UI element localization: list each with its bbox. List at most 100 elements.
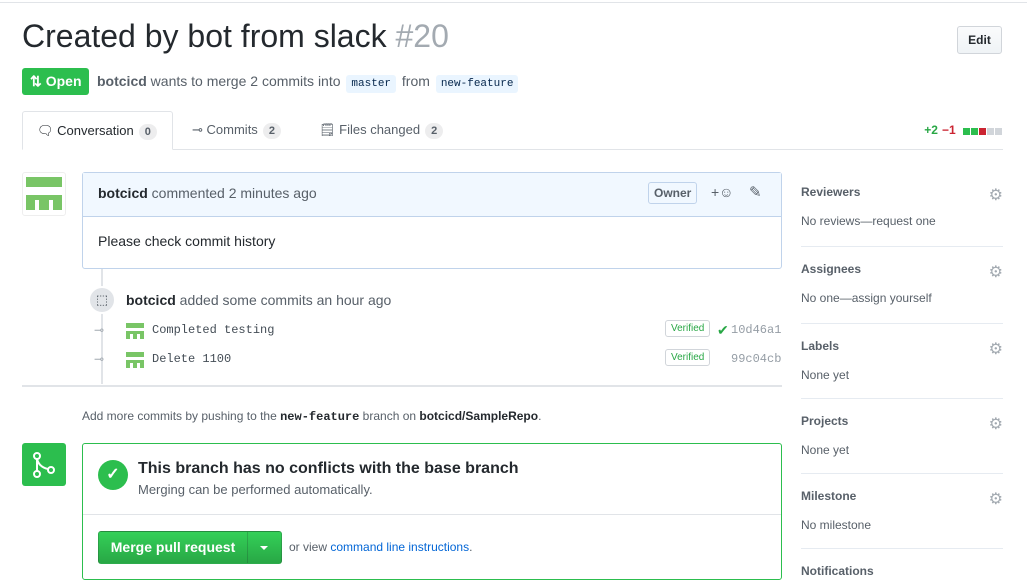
sidebar-projects: Projects None yet ⚙ <box>801 414 1003 474</box>
tab-commits[interactable]: ⊸ Commits 2 <box>192 111 281 150</box>
identicon-icon <box>26 177 62 210</box>
hint-middle: branch on <box>362 409 417 423</box>
verified-badge[interactable]: Verified <box>665 320 711 337</box>
tab-counter: 0 <box>138 124 157 140</box>
pr-author-link[interactable]: botcicd <box>97 73 147 89</box>
tab-conversation[interactable]: 🗨 Conversation 0 <box>22 111 173 150</box>
sidebar-value: No milestone <box>801 518 872 532</box>
merge-options-dropdown[interactable] <box>248 531 282 564</box>
top-border <box>0 0 1027 3</box>
sidebar-value: None yet <box>801 368 850 382</box>
pr-meta: botcicd wants to merge 2 commits into ma… <box>97 73 520 93</box>
edit-pencil-icon[interactable]: ✎ <box>749 183 762 201</box>
diffstat-blocks <box>963 124 1003 138</box>
commit-avatar[interactable] <box>125 321 145 341</box>
tab-label: Files changed <box>339 122 421 137</box>
commit-avatar[interactable] <box>125 350 145 370</box>
gear-icon[interactable]: ⚙ <box>989 185 1003 205</box>
status-label: Open <box>45 73 82 89</box>
edit-button[interactable]: Edit <box>957 26 1002 54</box>
pr-title: Created by bot from slack <box>22 18 387 54</box>
avatar[interactable] <box>22 172 66 216</box>
pr-tabs: 🗨 Conversation 0 ⊸ Commits 2 🗒 Files chang… <box>22 111 1003 150</box>
sidebar-title[interactable]: Assignees <box>801 262 1003 276</box>
sidebar-value: None yet <box>801 443 850 457</box>
deletions-count: −1 <box>941 123 956 137</box>
tab-label: Commits <box>206 122 258 137</box>
merge-instructions: or view command line instructions. <box>289 540 472 554</box>
repo-push-icon: ⬚ <box>88 286 116 314</box>
gear-icon[interactable]: ⚙ <box>989 489 1003 509</box>
status-badge: ⇅ Open <box>22 68 89 95</box>
commit-sha-link[interactable]: 10d46a1 <box>731 323 781 337</box>
tab-counter: 2 <box>262 123 281 139</box>
hint-suffix: . <box>538 409 542 423</box>
diff-block-neutral <box>995 128 1002 135</box>
sidebar-title[interactable]: Projects <box>801 414 1003 428</box>
comment-header: botcicd commented 2 minutes ago Owner +☺… <box>83 173 781 217</box>
comment-body: Please check commit history <box>98 233 276 249</box>
pr-number: #20 <box>395 18 449 54</box>
commit-icon: ⊸ <box>192 122 203 137</box>
additions-count: +2 <box>924 123 938 137</box>
diff-block-added <box>963 128 970 135</box>
comment-author-link[interactable]: botcicd <box>98 185 148 201</box>
commit-row: ⊸ Delete 1100 Verified 99c04cb <box>94 348 782 372</box>
sidebar-title[interactable]: Reviewers <box>801 185 1003 199</box>
commit-dot-icon: ⊸ <box>94 323 105 337</box>
gear-icon[interactable]: ⚙ <box>989 339 1003 359</box>
check-icon[interactable]: ✔ <box>717 322 729 339</box>
sidebar-value[interactable]: No reviews—request one <box>801 214 1003 228</box>
merge-end: . <box>469 540 473 554</box>
sidebar-title[interactable]: Milestone <box>801 489 1003 503</box>
tab-label: Conversation <box>57 123 134 138</box>
verified-badge[interactable]: Verified <box>665 349 711 366</box>
sidebar-notifications: Notifications <box>801 564 1003 588</box>
merge-text: wants to merge 2 commits into <box>150 73 341 89</box>
diff-icon: 🗒 <box>319 122 336 137</box>
timeline-divider <box>22 385 782 387</box>
command-line-instructions-link[interactable]: command line instructions <box>330 540 469 554</box>
diff-block-added <box>971 128 978 135</box>
gear-icon[interactable]: ⚙ <box>989 262 1003 282</box>
tab-counter: 2 <box>425 123 444 139</box>
commit-row: ⊸ Completed testing Verified ✔ 10d46a1 <box>94 319 782 343</box>
push-hint: Add more commits by pushing to the new-f… <box>82 409 541 424</box>
page-title: Created by bot from slack #20 <box>22 18 449 55</box>
tab-files-changed[interactable]: 🗒 Files changed 2 <box>319 111 444 150</box>
commit-sha-link[interactable]: 99c04cb <box>731 352 781 366</box>
add-reaction-icon[interactable]: +☺ <box>711 184 733 200</box>
git-merge-icon <box>22 443 66 486</box>
merge-subtitle: Merging can be performed automatically. <box>138 482 373 497</box>
event-action: added some commits an hour ago <box>179 292 392 308</box>
sidebar-assignees: Assignees No one—assign yourself ⚙ <box>801 262 1003 324</box>
base-branch[interactable]: master <box>346 75 397 93</box>
sidebar-value[interactable]: No one—assign yourself <box>801 291 1003 305</box>
merge-pull-request-button[interactable]: Merge pull request <box>98 531 248 564</box>
timeline-event: botcicd added some commits an hour ago <box>126 292 391 308</box>
from-text: from <box>401 73 430 89</box>
commit-message-link[interactable]: Completed testing <box>152 323 274 337</box>
sidebar-title: Notifications <box>801 564 874 578</box>
diff-block-neutral <box>987 128 994 135</box>
hint-repo-link[interactable]: botcicd/SampleRepo <box>419 409 538 423</box>
commit-message-link[interactable]: Delete 1100 <box>152 352 231 366</box>
merge-or-text: or view <box>289 540 328 554</box>
sidebar-milestone: Milestone No milestone ⚙ <box>801 489 1003 549</box>
sidebar-title[interactable]: Labels <box>801 339 1003 353</box>
merge-title: This branch has no conflicts with the ba… <box>138 460 519 477</box>
comment-timestamp[interactable]: commented 2 minutes ago <box>152 185 317 201</box>
diff-block-deleted <box>979 128 986 135</box>
check-circle-icon: ✓ <box>98 460 128 490</box>
hint-prefix: Add more commits by pushing to the <box>82 409 277 423</box>
hint-branch: new-feature <box>280 410 360 424</box>
merge-box: ✓ This branch has no conflicts with the … <box>82 443 782 580</box>
head-branch[interactable]: new-feature <box>435 75 519 93</box>
event-author-link[interactable]: botcicd <box>126 292 176 308</box>
sidebar-labels: Labels None yet ⚙ <box>801 339 1003 399</box>
diffstat: +2 −1 <box>924 123 1003 138</box>
gear-icon[interactable]: ⚙ <box>989 414 1003 434</box>
sidebar-reviewers: Reviewers No reviews—request one ⚙ <box>801 185 1003 247</box>
commit-dot-icon: ⊸ <box>94 352 105 366</box>
merge-status: ✓ This branch has no conflicts with the … <box>83 444 781 515</box>
